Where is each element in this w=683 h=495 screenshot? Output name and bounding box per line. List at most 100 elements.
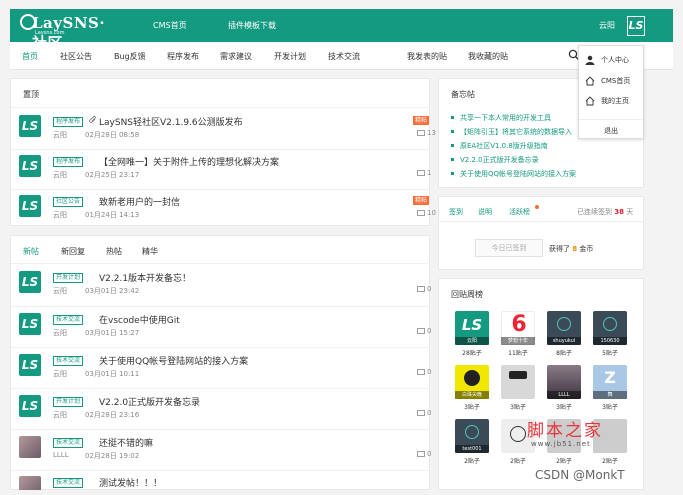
divider (11, 388, 431, 389)
user-avatar[interactable]: LS (627, 16, 645, 36)
post-title[interactable]: V2.2.0正式版开发备忘录 (99, 395, 200, 408)
post-title[interactable]: 致新老用户的一封信 (99, 195, 180, 208)
nav-dev-plan[interactable]: 开发计划 (274, 51, 306, 62)
nav-bug-feedback[interactable]: Bug反馈 (114, 51, 146, 62)
nav-announcements[interactable]: 社区公告 (60, 51, 92, 62)
post-avatar[interactable]: LS (19, 313, 41, 335)
rank-user-name: test001 (455, 445, 489, 453)
post-author[interactable]: 云阳 (53, 328, 67, 338)
post-title[interactable]: V2.2.1版本开发备忘！ (99, 271, 191, 284)
post-tag[interactable]: 技术交流 (53, 315, 84, 325)
signin-button[interactable]: 今日已签到 (475, 239, 543, 257)
post-avatar[interactable]: LS (19, 395, 41, 417)
divider (11, 306, 431, 307)
comment-count: 0 (417, 409, 431, 417)
notification-dot (535, 205, 539, 209)
rank-user[interactable]: LS 云阳 28贴子 (455, 311, 489, 357)
pinned-panel: 置顶 LS 程序发布 LaySNS轻社区V2.1.9.6公测版发布 云阳 02月… (10, 78, 436, 226)
rank-user[interactable]: 6 梦想十年 11贴子 (501, 311, 535, 357)
top-link-plugins[interactable]: 插件模板下载 (228, 20, 276, 31)
post-title[interactable]: 【全网唯一】关于附件上传的理想化解决方案 (99, 155, 279, 168)
post-tag[interactable]: 开发计划 (53, 273, 84, 283)
top-link-cms[interactable]: CMS首页 (153, 20, 187, 31)
dd-cms-home[interactable]: CMS首页 (585, 74, 630, 88)
post-avatar[interactable]: LS (19, 354, 41, 376)
post-author[interactable]: 云阳 (53, 369, 67, 379)
rank-user[interactable]: Z 舞 3贴子 (593, 365, 627, 411)
rank-user[interactable]: 150630 5贴子 (593, 311, 627, 357)
site-logo[interactable]: LaySNS·社区 Laysns.com (20, 14, 115, 52)
post-avatar[interactable] (19, 436, 41, 458)
post-title[interactable]: 在vscode中使用Git (99, 313, 180, 326)
nav-my-favorites[interactable]: 我收藏的贴 (468, 51, 508, 62)
rank-user-name: 舞 (593, 391, 627, 399)
rank-user[interactable]: test001 2贴子 (455, 419, 489, 465)
memo-item[interactable]: 关于使用QQ帐号登陆网站的接入方案 (451, 169, 576, 179)
user-avatar[interactable] (501, 365, 535, 399)
post-row[interactable]: LS 开发计划 V2.2.1版本开发备忘！ 云阳 03月01日 23:42 0 (19, 271, 431, 311)
tab-new-replies[interactable]: 新回复 (61, 246, 85, 257)
tab-featured[interactable]: 精华 (142, 246, 158, 257)
post-title[interactable]: 关于使用QQ帐号登陆网站的接入方案 (99, 354, 248, 367)
post-tag[interactable]: 技术交流 (53, 438, 84, 448)
memo-item[interactable]: 原EA社区V1.0.8版升级指南 (451, 141, 548, 151)
memo-item[interactable]: V2.2.0正式版开发备忘录 (451, 155, 539, 165)
post-time: 02月28日 19:02 (85, 452, 140, 460)
post-tag[interactable]: 技术交流 (53, 478, 84, 488)
post-author[interactable]: 云阳 (53, 130, 67, 140)
comment-count: 1 (417, 169, 431, 177)
main-nav: 首页 社区公告 Bug反馈 程序发布 需求建议 开发计划 技术交流 我发表的贴 … (10, 42, 673, 70)
rank-user[interactable]: 白珠尖晚 3贴子 (455, 365, 489, 411)
home-icon (585, 76, 595, 86)
post-tag[interactable]: 程序发布 (53, 157, 84, 167)
rank-user[interactable]: LLLL 3贴子 (547, 365, 581, 411)
post-author[interactable]: 云阳 (53, 210, 67, 220)
nav-suggestions[interactable]: 需求建议 (220, 51, 252, 62)
post-tag[interactable]: 程序发布 (53, 117, 84, 127)
post-author[interactable]: 云阳 (53, 286, 67, 296)
tab-signin[interactable]: 签到 (449, 207, 463, 217)
tab-new-posts[interactable]: 新帖 (23, 246, 39, 257)
rank-user[interactable]: shuyukui 8贴子 (547, 311, 581, 357)
divider (11, 149, 431, 150)
comment-icon (417, 450, 425, 457)
post-avatar[interactable]: LS (19, 271, 41, 293)
post-avatar[interactable]: LS (19, 115, 41, 137)
post-title[interactable]: LaySNS轻社区V2.1.9.6公测版发布 (99, 115, 243, 128)
post-title[interactable]: 测试发帖！！！ (99, 476, 162, 489)
nav-home[interactable]: 首页 (22, 51, 38, 62)
dd-profile-label: 个人中心 (601, 56, 629, 64)
memo-item[interactable]: 共享一下本人常用的开发工具 (451, 113, 551, 123)
post-row[interactable]: 技术交流 测试发帖！！！ (19, 476, 431, 490)
dd-logout[interactable]: 退出 (604, 124, 618, 138)
post-avatar[interactable]: LS (19, 195, 41, 217)
comment-count: 0 (417, 450, 431, 458)
rank-user-name: shuyukui (547, 337, 581, 345)
post-avatar[interactable] (19, 476, 41, 490)
dd-my-home[interactable]: 我的主页 (585, 94, 629, 108)
tab-active-rank[interactable]: 活跃榜 (509, 207, 530, 217)
tab-hot-posts[interactable]: 热帖 (106, 246, 122, 257)
post-author[interactable]: LLLL (53, 451, 69, 459)
divider (11, 107, 431, 108)
divider (11, 263, 431, 264)
nav-tech-talk[interactable]: 技术交流 (328, 51, 360, 62)
comment-icon (417, 368, 425, 375)
rank-user-name: 梦想十年 (501, 337, 535, 345)
tab-instructions[interactable]: 说明 (478, 207, 492, 217)
pinned-post[interactable]: LS 社区公告 致新老用户的一封信 云阳 01月24日 14:13 精帖 10 (19, 195, 436, 235)
post-title[interactable]: 还挺不错的嘛 (99, 436, 153, 449)
post-tag[interactable]: 开发计划 (53, 397, 84, 407)
nav-releases[interactable]: 程序发布 (167, 51, 199, 62)
post-tag[interactable]: 社区公告 (53, 197, 84, 207)
memo-item[interactable]: 【矩阵引玉】将其它系统的数据导入 (451, 127, 572, 137)
post-author[interactable]: 云阳 (53, 410, 67, 420)
nav-my-posts[interactable]: 我发表的贴 (407, 51, 447, 62)
post-tag[interactable]: 技术交流 (53, 356, 84, 366)
top-user-name[interactable]: 云阳 (599, 20, 615, 31)
rank-user[interactable]: 3贴子 (501, 365, 535, 411)
post-avatar[interactable]: LS (19, 155, 41, 177)
post-time: 03月01日 23:42 (85, 287, 140, 295)
dd-profile[interactable]: 个人中心 (585, 53, 629, 67)
post-author[interactable]: 云阳 (53, 170, 67, 180)
